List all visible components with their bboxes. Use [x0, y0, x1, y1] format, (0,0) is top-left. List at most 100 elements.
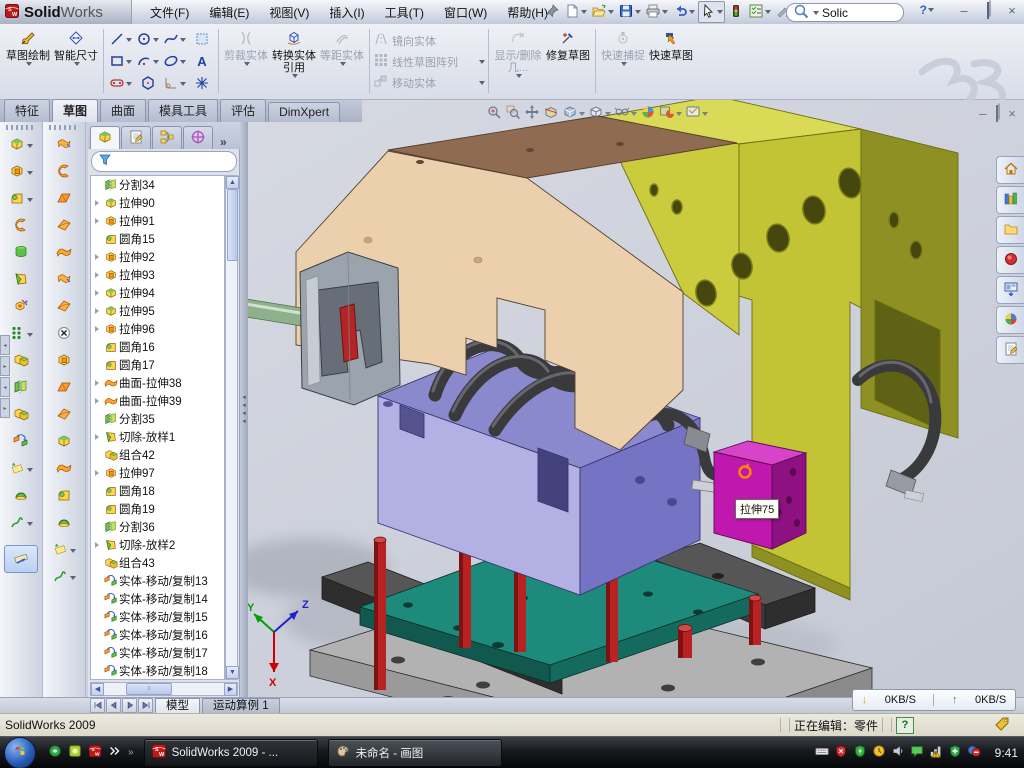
tray-shield-red-icon[interactable] — [834, 744, 848, 761]
repair-sketch-button[interactable]: 修复草图 — [544, 27, 592, 95]
tree-filter-input[interactable] — [91, 151, 237, 172]
dome-tool-button[interactable] — [0, 483, 42, 510]
navprev-button[interactable] — [106, 698, 121, 713]
tab-特征[interactable]: 特征 — [4, 99, 50, 122]
orangeC-tool-button[interactable] — [0, 213, 42, 240]
line-tool-button[interactable] — [107, 29, 134, 51]
textA-tool-button[interactable]: A — [188, 51, 215, 73]
scroll-right-button[interactable]: ▶ — [224, 683, 237, 696]
tab-曲面[interactable]: 曲面 — [100, 99, 146, 122]
expander-icon[interactable] — [91, 218, 102, 224]
collapse-button[interactable]: ▸ — [0, 398, 10, 418]
cubeYO-tool-button[interactable] — [0, 159, 42, 186]
panel-splitter[interactable]: ◂◂◂◂ — [240, 122, 248, 697]
doc-restore-button[interactable] — [996, 106, 998, 121]
doc-tab-2[interactable]: 运动算例 1 — [202, 698, 280, 714]
toolbar-grip[interactable] — [6, 125, 36, 130]
star-tool-button[interactable] — [0, 456, 42, 483]
chevron-down-icon[interactable] — [813, 11, 819, 15]
close-button[interactable]: × — [1004, 4, 1020, 19]
cursor-button[interactable] — [698, 1, 725, 23]
navnext-button[interactable] — [122, 698, 137, 713]
orangeC-tool-button[interactable] — [43, 159, 85, 186]
smart-dimension-button[interactable]: 智能尺寸 — [52, 27, 100, 95]
dome-tool-button[interactable] — [43, 510, 85, 537]
tray-net-warn-icon[interactable]: ! — [929, 744, 943, 761]
orangeflag-tool-button[interactable] — [43, 267, 85, 294]
tree-item[interactable]: 分割35 — [91, 410, 224, 428]
scroll-down-button[interactable]: ▼ — [226, 666, 239, 679]
quicklaunch-ql-green-icon[interactable] — [48, 744, 62, 761]
pan-view-button[interactable] — [524, 104, 540, 123]
tree-item[interactable]: 分割36 — [91, 518, 224, 536]
fillet-tool-button[interactable] — [0, 186, 42, 213]
tree-horizontal-scrollbar[interactable]: ◀ ≡ ▶ — [90, 682, 238, 696]
tab-草图[interactable]: 草图 — [52, 99, 98, 122]
menu-item[interactable]: 插入(I) — [319, 1, 374, 24]
network-speed-widget[interactable]: ↓ 0KB/S ↑ 0KB/S — [852, 689, 1016, 711]
trim-entities-button[interactable]: 剪裁实体 — [222, 27, 270, 95]
tree-item[interactable]: 拉伸95 — [91, 302, 224, 320]
doc-close-button[interactable]: × — [1008, 106, 1016, 121]
tree-item[interactable]: 实体-移动/复制15 — [91, 608, 224, 626]
wizardhole-tool-button[interactable] — [0, 294, 42, 321]
tree-item[interactable]: 组合43 — [91, 554, 224, 572]
dispstyle-view-button[interactable] — [562, 104, 585, 123]
tray-clock-gold-icon[interactable] — [872, 744, 886, 761]
quicklaunch-ql-lime-icon[interactable] — [68, 744, 82, 761]
tree-item[interactable]: 实体-移动/复制18 — [91, 662, 224, 680]
circle-tool-button[interactable] — [134, 29, 161, 51]
tray-green-msg-icon[interactable] — [910, 744, 924, 761]
tab-DimXpert[interactable]: DimXpert — [268, 102, 340, 122]
tree-item[interactable]: 实体-移动/复制16 — [91, 626, 224, 644]
dimxpertmanager-tab[interactable] — [183, 126, 213, 149]
tree-item[interactable]: 圆角19 — [91, 500, 224, 518]
expander-icon[interactable] — [91, 272, 102, 278]
expander-icon[interactable] — [91, 542, 102, 548]
menu-item[interactable]: 窗口(W) — [434, 1, 497, 24]
help-button[interactable]: ? — [920, 3, 934, 17]
doc-tab-1[interactable]: 模型 — [155, 698, 200, 714]
expander-icon[interactable] — [91, 200, 102, 206]
tree-item[interactable]: 实体-移动/复制13 — [91, 572, 224, 590]
move-entities-button[interactable]: 移动实体 — [373, 73, 485, 92]
taskpane-file-explorer-tab[interactable] — [996, 216, 1024, 244]
traffic-button[interactable] — [727, 2, 745, 22]
taskpane-view-palette-tab[interactable] — [996, 276, 1024, 304]
navfirst-button[interactable] — [90, 698, 105, 713]
ellipse-tool-button[interactable] — [161, 51, 188, 73]
tree-vertical-scrollbar[interactable]: ▲ ▼ — [225, 175, 238, 680]
orient-view-button[interactable] — [588, 104, 611, 123]
taskbar-task-2[interactable]: 未命名 - 画图 — [328, 739, 502, 767]
filletarc-tool-button[interactable] — [161, 73, 188, 95]
menu-item[interactable]: 编辑(E) — [199, 1, 259, 24]
tray-shield-green-icon[interactable] — [853, 744, 867, 761]
start-button[interactable] — [4, 737, 36, 768]
menu-item[interactable]: 工具(T) — [375, 1, 434, 24]
tag-icon[interactable] — [994, 716, 1010, 735]
zoomarea-view-button[interactable] — [505, 104, 521, 123]
collapse-button[interactable]: ▸ — [0, 356, 10, 376]
display-delete-relations-button[interactable]: 显示/删除几... — [492, 27, 544, 95]
doc-minimize-button[interactable]: – — [979, 106, 986, 121]
tree-item[interactable]: 拉伸94 — [91, 284, 224, 302]
expander-icon[interactable] — [91, 398, 102, 404]
movecopy-tool-button[interactable] — [0, 429, 42, 456]
tree-item[interactable]: 拉伸90 — [91, 194, 224, 212]
configurationmanager-tab[interactable] — [152, 126, 182, 149]
navlast-button[interactable] — [138, 698, 153, 713]
orangewedge-tool-button[interactable] — [43, 402, 85, 429]
xball-tool-button[interactable] — [43, 321, 85, 348]
surface-tool-button[interactable] — [43, 240, 85, 267]
cutloft-tool-button[interactable] — [0, 267, 42, 294]
offset-entities-button[interactable]: 等距实体 — [318, 27, 366, 95]
linear-pattern-button[interactable]: 线性草图阵列 — [373, 52, 485, 71]
restore-button[interactable] — [980, 4, 996, 19]
tree-item[interactable]: 拉伸92 — [91, 248, 224, 266]
expander-icon[interactable] — [91, 308, 102, 314]
panel-tabs-overflow[interactable]: » — [220, 135, 227, 149]
tree-item[interactable]: 实体-移动/复制17 — [91, 644, 224, 662]
taskpane-appearances-tab[interactable] — [996, 306, 1024, 334]
tray-stop-blue-icon[interactable] — [967, 744, 981, 761]
open-button[interactable] — [590, 2, 615, 22]
